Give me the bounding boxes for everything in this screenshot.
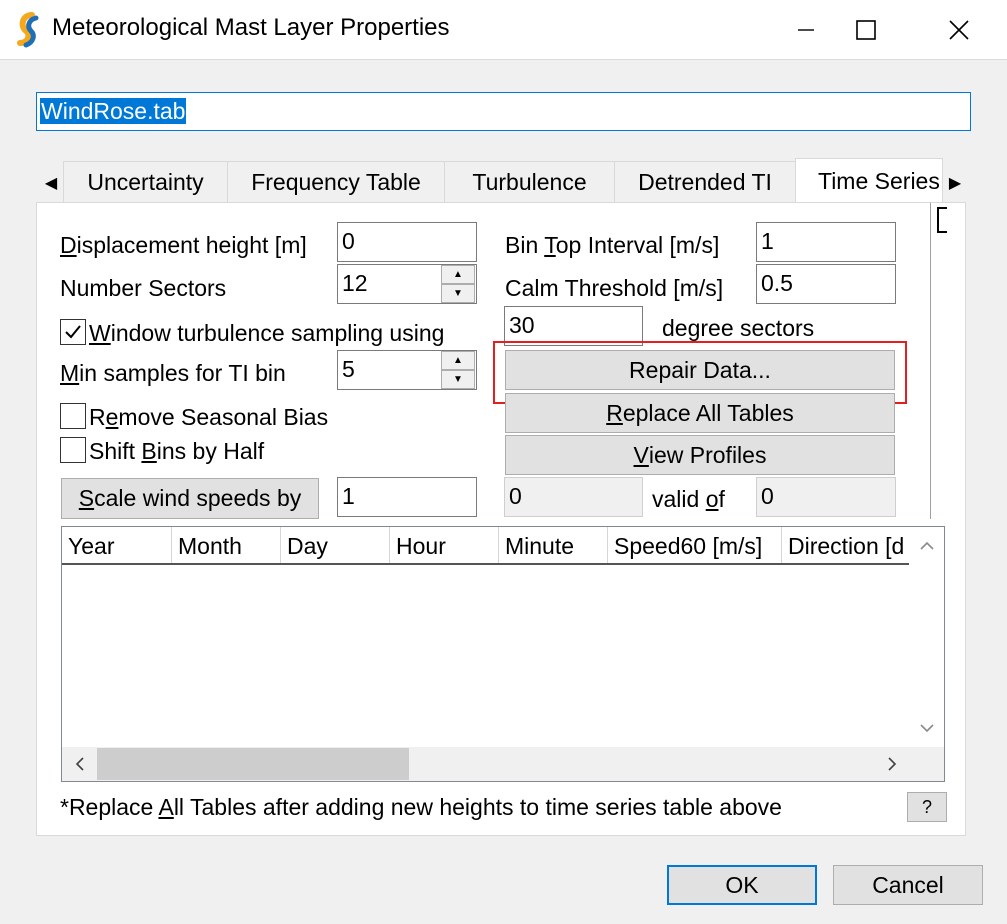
valid-count-field: 0 bbox=[504, 477, 643, 517]
spin-down-icon[interactable]: ▼ bbox=[441, 370, 475, 389]
minimize-icon bbox=[798, 29, 814, 31]
view-profiles-button[interactable]: View Profiles bbox=[505, 435, 895, 475]
checkmark-icon bbox=[65, 325, 81, 339]
grid-horizontal-scrollbar[interactable] bbox=[62, 747, 944, 781]
layer-name-input[interactable]: WindRose.tab bbox=[36, 92, 971, 131]
triangle-right-icon: ▶ bbox=[948, 175, 962, 192]
tab-uncertainty[interactable]: Uncertainty bbox=[63, 161, 228, 203]
column-header-minute[interactable]: Minute bbox=[499, 527, 608, 563]
min-samples-spinner[interactable]: ▲ ▼ bbox=[441, 351, 475, 389]
window-title: Meteorological Mast Layer Properties bbox=[52, 14, 450, 41]
remove-seasonal-bias-label: Remove Seasonal Bias bbox=[89, 404, 329, 430]
displacement-height-input[interactable]: 0 bbox=[337, 222, 477, 262]
help-button[interactable]: ? bbox=[907, 792, 947, 822]
total-count-field: 0 bbox=[756, 477, 896, 517]
column-header-day[interactable]: Day bbox=[281, 527, 390, 563]
ok-button[interactable]: OK bbox=[667, 865, 817, 905]
shift-bins-label: Shift Bins by Half bbox=[89, 438, 265, 464]
calm-threshold-input[interactable]: 0.5 bbox=[756, 264, 896, 304]
scale-wind-speeds-button[interactable]: Scale wind speeds by bbox=[61, 478, 319, 519]
spin-up-icon[interactable]: ▲ bbox=[441, 351, 475, 370]
column-header-speed60[interactable]: Speed60 [m/s] bbox=[608, 527, 782, 563]
cancel-button[interactable]: Cancel bbox=[833, 865, 983, 905]
calm-threshold-label: Calm Threshold [m/s] bbox=[505, 275, 724, 301]
column-header-direction[interactable]: Direction [d bbox=[782, 527, 909, 563]
close-button[interactable] bbox=[928, 0, 990, 60]
layer-name-selected-text: WindRose.tab bbox=[40, 98, 187, 124]
tab-frequency-table[interactable]: Frequency Table bbox=[227, 161, 445, 203]
footnote-text: *Replace All Tables after adding new hei… bbox=[60, 794, 782, 820]
number-sectors-label: Number Sectors bbox=[60, 275, 227, 301]
window-turbulence-label: Window turbulence sampling using bbox=[89, 320, 445, 346]
horizontal-scroll-thumb[interactable] bbox=[97, 748, 409, 780]
spin-up-icon[interactable]: ▲ bbox=[441, 265, 475, 284]
tab-time-series[interactable]: Time Series bbox=[795, 158, 943, 204]
repair-data-button[interactable]: Repair Data... bbox=[505, 350, 895, 390]
remove-seasonal-bias-checkbox[interactable] bbox=[60, 403, 86, 429]
column-header-hour[interactable]: Hour bbox=[390, 527, 499, 563]
scroll-down-icon[interactable] bbox=[909, 713, 944, 743]
displacement-height-label: Displacement height [m] bbox=[60, 232, 307, 258]
clipped-control-edge bbox=[937, 207, 947, 233]
scroll-left-icon[interactable] bbox=[62, 747, 97, 781]
window-turbulence-checkbox[interactable] bbox=[60, 319, 86, 345]
number-sectors-spinner[interactable]: ▲ ▼ bbox=[441, 265, 475, 303]
tab-scroll-left-button[interactable]: ◀ bbox=[38, 168, 64, 198]
scroll-right-icon[interactable] bbox=[874, 747, 909, 781]
time-series-grid[interactable]: Year Month Day Hour Minute Speed60 [m/s]… bbox=[61, 526, 945, 782]
bin-top-interval-label: Bin Top Interval [m/s] bbox=[505, 232, 720, 258]
tab-detrended-ti[interactable]: Detrended TI bbox=[614, 161, 796, 203]
title-bar: Meteorological Mast Layer Properties bbox=[0, 0, 1007, 60]
maximize-icon bbox=[856, 20, 876, 40]
close-icon bbox=[949, 20, 969, 40]
minimize-button[interactable] bbox=[775, 0, 837, 60]
replace-all-tables-button[interactable]: Replace All Tables bbox=[505, 393, 895, 433]
app-logo-icon bbox=[17, 12, 39, 48]
panel-divider bbox=[930, 203, 931, 519]
column-header-year[interactable]: Year bbox=[62, 527, 172, 563]
scale-wind-speeds-input[interactable]: 1 bbox=[337, 477, 477, 517]
shift-bins-checkbox[interactable] bbox=[60, 437, 86, 463]
tab-scroll-right-button[interactable]: ▶ bbox=[942, 168, 968, 198]
scroll-up-icon[interactable] bbox=[909, 531, 944, 561]
tab-turbulence[interactable]: Turbulence bbox=[444, 161, 615, 203]
min-samples-label: Min samples for TI bin bbox=[60, 360, 286, 386]
maximize-button[interactable] bbox=[835, 0, 897, 60]
grid-header-row: Year Month Day Hour Minute Speed60 [m/s]… bbox=[62, 527, 909, 565]
degree-sectors-label: degree sectors bbox=[662, 315, 815, 341]
column-header-month[interactable]: Month bbox=[172, 527, 281, 563]
triangle-left-icon: ◀ bbox=[44, 175, 58, 192]
valid-of-label: valid of bbox=[652, 486, 725, 512]
bin-top-interval-input[interactable]: 1 bbox=[756, 222, 896, 262]
grid-vertical-scrollbar[interactable] bbox=[909, 527, 944, 747]
degree-sectors-input[interactable]: 30 bbox=[504, 306, 643, 346]
spin-down-icon[interactable]: ▼ bbox=[441, 284, 475, 303]
